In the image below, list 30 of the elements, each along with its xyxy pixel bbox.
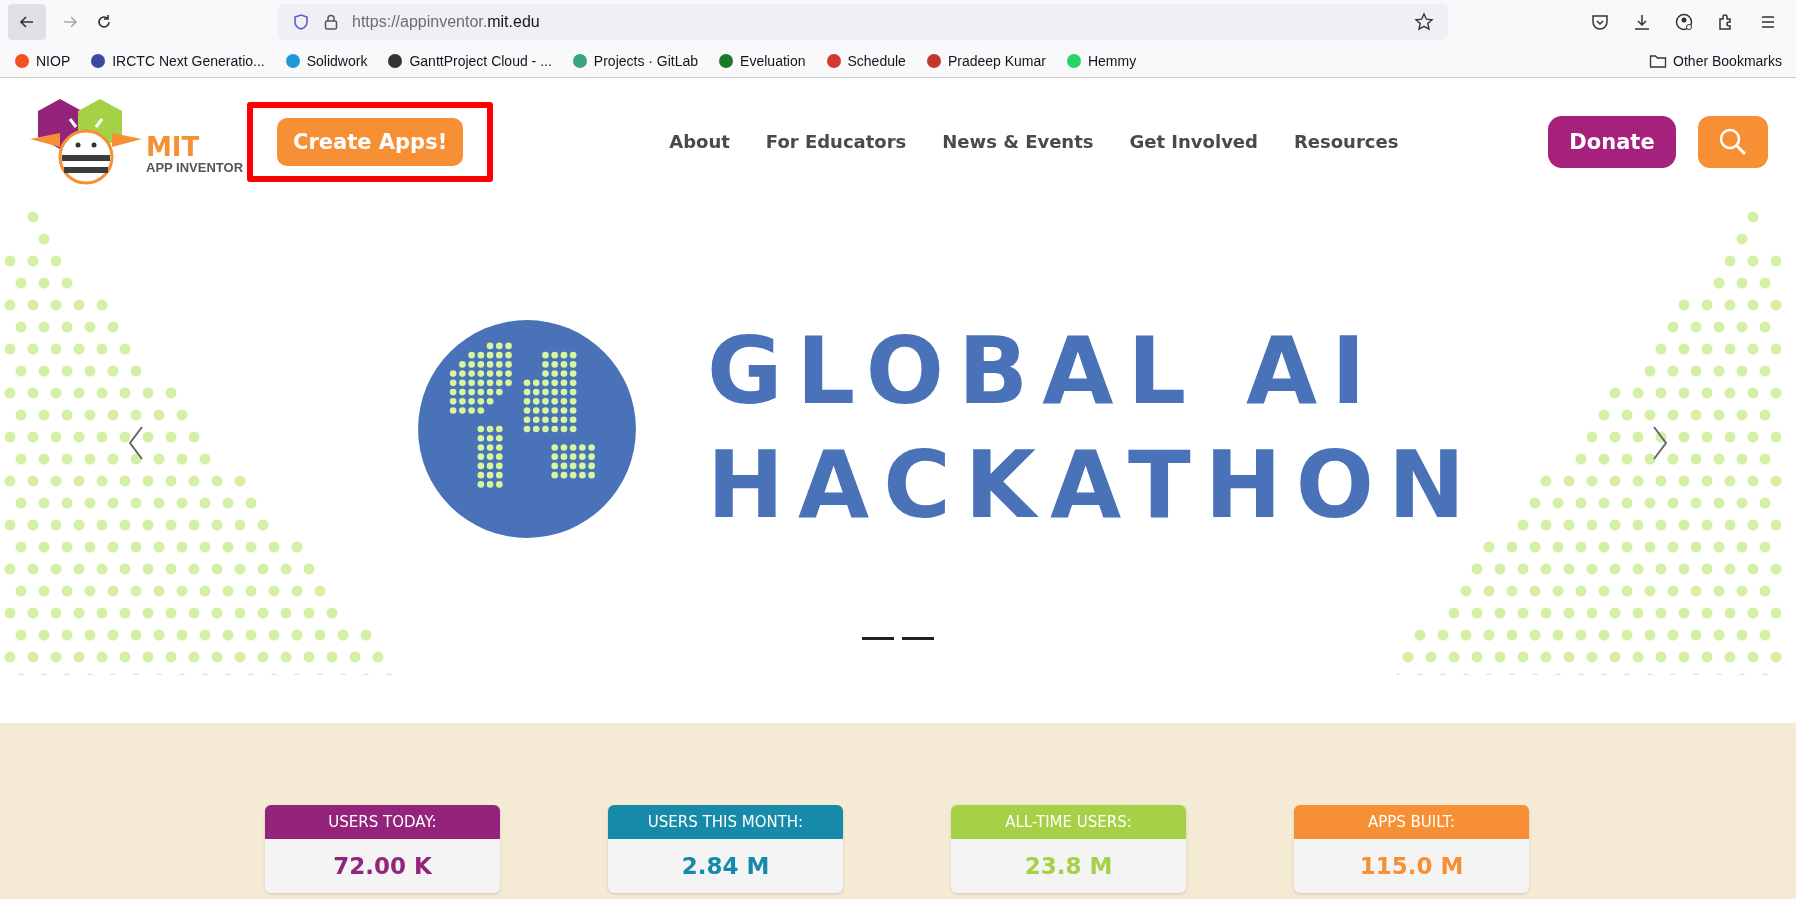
- bookmark-item[interactable]: Projects · GitLab: [571, 52, 699, 69]
- stat-value: 115.0 M: [1358, 852, 1465, 881]
- logo-subtitle: APP INVENTOR: [146, 159, 244, 175]
- bookmark-item[interactable]: NIOP: [14, 52, 71, 69]
- bookmark-item[interactable]: Solidwork: [284, 52, 368, 69]
- banner-title: HACKATHON: [707, 436, 1479, 536]
- bookmark-item[interactable]: IRCTC Next Generatio...: [90, 52, 265, 69]
- bookmark-item[interactable]: Hemmy: [1065, 52, 1137, 69]
- donate-button[interactable]: Donate: [1548, 115, 1676, 168]
- other-bookmarks-item[interactable]: Other Bookmarks: [1649, 52, 1782, 69]
- bookmark-item[interactable]: Eveluation: [718, 52, 806, 69]
- stat-value: 2.84 M: [680, 852, 771, 881]
- url-text: https://appinventor.mit.edu: [352, 13, 540, 31]
- nav-link[interactable]: News & Events: [942, 131, 1094, 152]
- address-bar[interactable]: https://appinventor.mit.edu: [278, 4, 1448, 40]
- bookmark-item[interactable]: Pradeep Kumar: [925, 52, 1046, 69]
- stat-label: ALL-TIME USERS:: [951, 805, 1186, 839]
- nav-link[interactable]: For Educators: [765, 131, 907, 152]
- stat-label: USERS THIS MONTH:: [608, 805, 843, 839]
- banner-title: GLOBAL AI: [707, 322, 1381, 422]
- bookmark-item[interactable]: Schedule: [825, 52, 906, 69]
- stat-label: USERS TODAY:: [265, 805, 500, 839]
- bookmark-item[interactable]: GanttProject Cloud - ...: [387, 52, 552, 69]
- logo-title: MIT: [146, 133, 201, 160]
- nav-link[interactable]: Get Involved: [1129, 131, 1258, 152]
- nav-link[interactable]: About: [669, 131, 730, 152]
- stat-value: 72.00 K: [332, 852, 433, 881]
- nav-link[interactable]: Resources: [1293, 131, 1399, 152]
- stat-label: APPS BUILT:: [1294, 805, 1529, 839]
- stat-value: 23.8 M: [1023, 852, 1114, 881]
